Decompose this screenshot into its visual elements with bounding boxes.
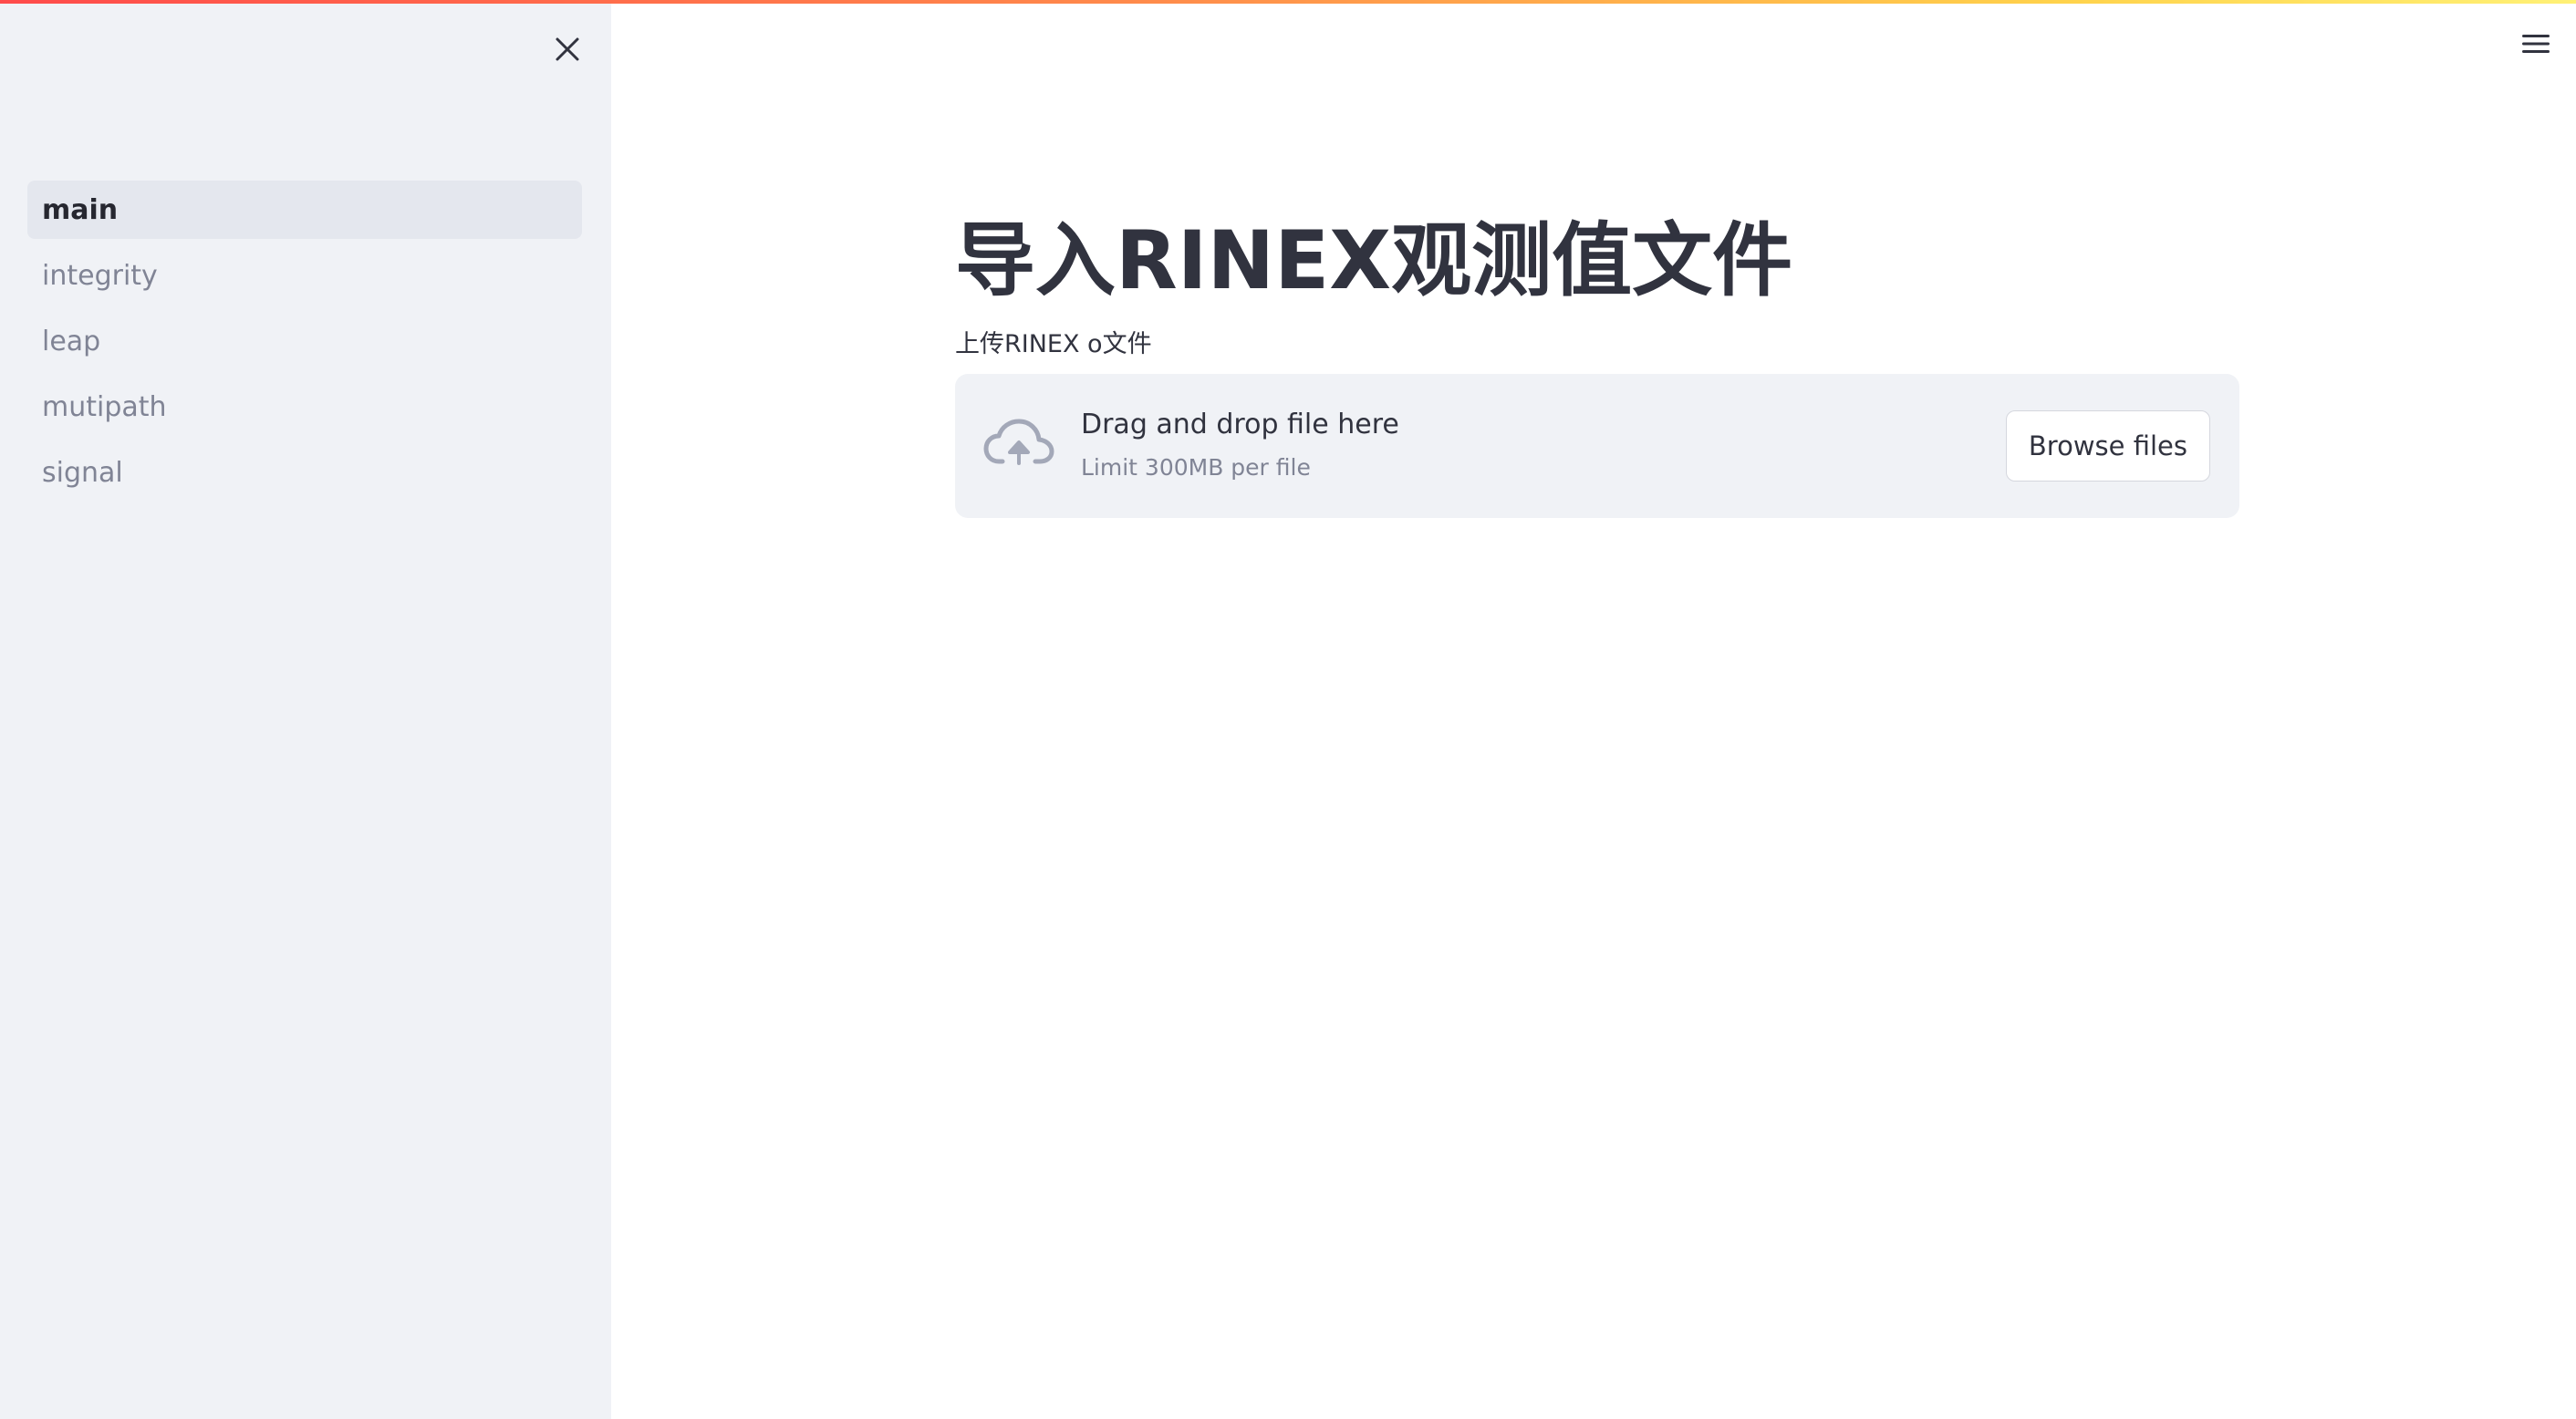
sidebar-item-label: leap [42,325,101,357]
cloud-upload-icon [983,419,1054,465]
top-decoration-bar [0,0,2576,4]
dropzone-text: Drag and drop file here Limit 300MB per … [1081,407,1399,483]
file-dropzone[interactable]: Drag and drop file here Limit 300MB per … [955,374,2239,518]
file-size-limit: Limit 300MB per file [1081,454,1311,481]
sidebar: main integrity leap mutipath signal [0,0,611,1419]
main-content: 导入RINEX观测值文件 上传RINEX o文件 Drag and drop f… [611,0,2576,1419]
file-uploader-label: 上传RINEX o文件 [955,330,1152,358]
dropzone-instruction: Drag and drop file here [1081,409,1399,440]
page-content: 导入RINEX观测值文件 上传RINEX o文件 Drag and drop f… [955,206,2239,518]
close-sidebar-button[interactable] [545,27,589,71]
sidebar-item-integrity[interactable]: integrity [27,246,582,305]
page-title: 导入RINEX观测值文件 [955,213,1793,307]
close-icon [556,37,579,61]
sidebar-item-label: main [42,193,119,226]
app-window: main integrity leap mutipath signal 导入RI… [0,0,2576,1419]
sidebar-item-leap[interactable]: leap [27,312,582,370]
sidebar-nav: main integrity leap mutipath signal [27,181,582,509]
sidebar-item-mutipath[interactable]: mutipath [27,378,582,436]
sidebar-item-main[interactable]: main [27,181,582,239]
main-menu-button[interactable] [2518,27,2554,60]
sidebar-item-label: signal [42,456,123,489]
hamburger-menu-icon [2522,35,2550,53]
sidebar-item-label: integrity [42,259,158,292]
sidebar-item-label: mutipath [42,390,167,423]
browse-files-button[interactable]: Browse files [2005,410,2210,482]
sidebar-item-signal[interactable]: signal [27,443,582,502]
